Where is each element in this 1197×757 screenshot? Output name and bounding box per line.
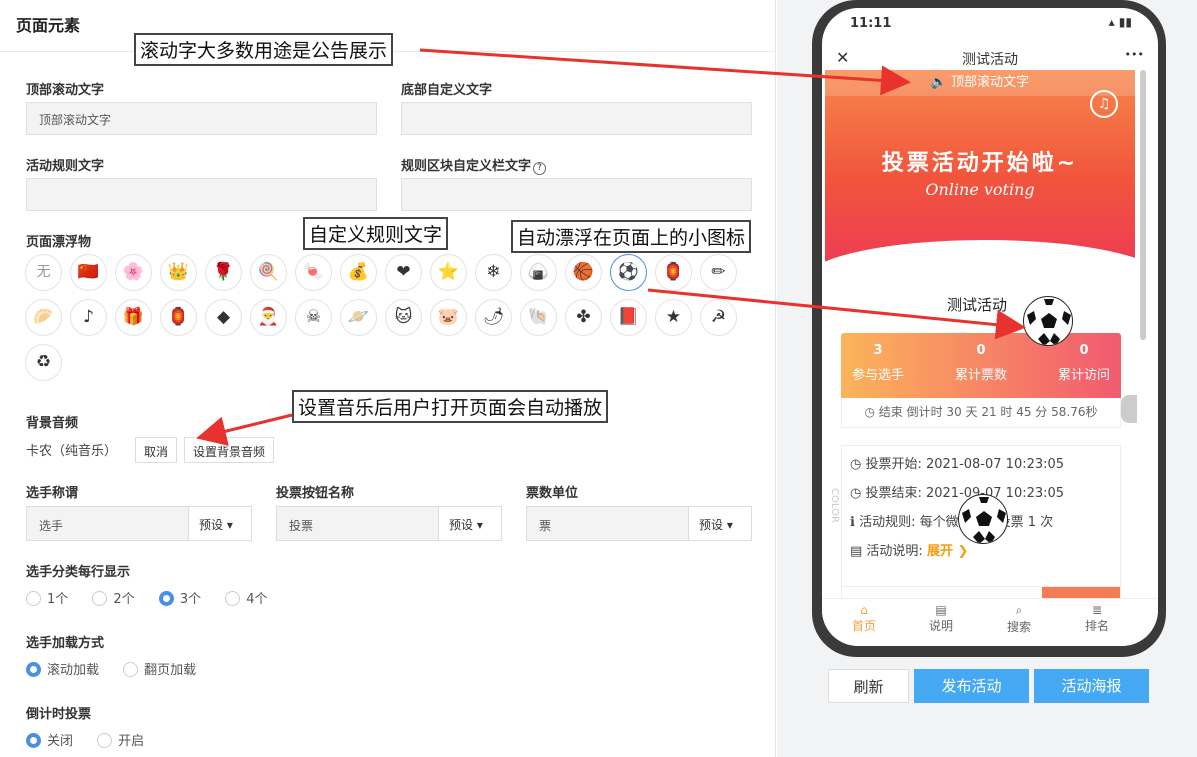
annotation-float: 自动漂浮在页面上的小图标 xyxy=(511,220,752,253)
annotation-ticker: 滚动字大多数用途是公告展示 xyxy=(134,33,394,66)
arrow-line xyxy=(647,288,1026,340)
annotation-rules: 自定义规则文字 xyxy=(303,217,449,250)
arrow-line xyxy=(196,413,293,446)
arrow-line xyxy=(419,48,911,96)
annotation-arrows xyxy=(196,48,1026,446)
annotation-music: 设置音乐后用户打开页面会自动播放 xyxy=(292,390,609,423)
